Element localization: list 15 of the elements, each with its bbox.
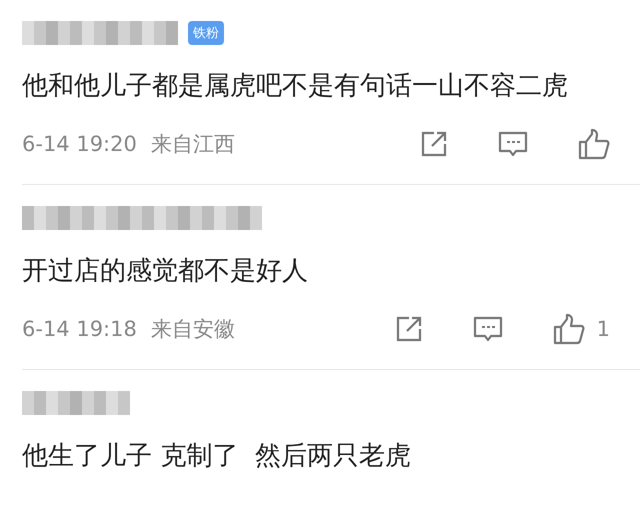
fan-badge: 铁粉	[188, 21, 224, 45]
share-icon[interactable]	[394, 315, 423, 343]
comment-icon[interactable]	[498, 130, 528, 158]
comment-time: 6-14 19:20	[22, 132, 137, 156]
comment-location: 来自安徽	[150, 316, 235, 343]
comment-location: 来自江西	[150, 131, 235, 158]
thumbs-up-icon[interactable]	[552, 313, 585, 345]
thumbs-up-icon[interactable]	[578, 128, 610, 160]
share-icon[interactable]	[420, 130, 448, 158]
like-count: 1	[596, 317, 610, 341]
comment-icon[interactable]	[472, 315, 503, 343]
comment-text: 开过店的感觉都不是好人	[22, 255, 309, 288]
comment-text: 他生了儿子 克制了 然后两只老虎	[22, 440, 412, 473]
comment-time: 6-14 19:18	[22, 317, 137, 341]
comment-text: 他和他儿子都是属虎吧不是有句话一山不容二虎	[22, 70, 569, 103]
